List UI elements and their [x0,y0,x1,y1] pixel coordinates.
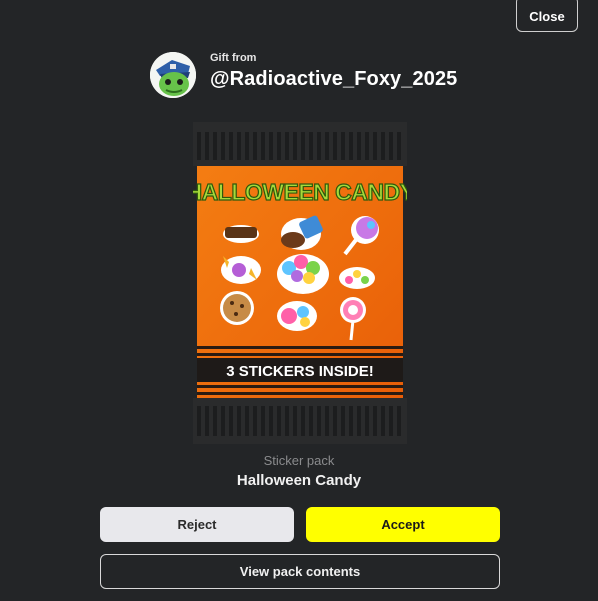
accept-button[interactable]: Accept [306,507,500,542]
sender-avatar [150,52,196,98]
gumballs-sticker-icon [277,301,317,331]
wrapped-candy-sticker-icon [221,256,261,284]
view-pack-contents-button[interactable]: View pack contents [100,554,500,589]
candy-pile-sticker-icon [339,267,375,289]
avatar-character-icon [150,52,196,98]
sender-username: @Radioactive_Foxy_2025 [210,67,458,90]
balloon-lollipops-sticker-icon [277,254,329,294]
gift-sender: Gift from @Radioactive_Foxy_2025 [150,52,457,98]
pack-name: Halloween Candy [236,472,362,489]
gift-from-label: Gift from [210,51,257,64]
cookie-sticker-icon [220,291,254,325]
reject-button[interactable]: Reject [100,507,294,542]
pack-art-banner: 3 STICKERS INSIDE! [226,363,374,380]
chocolate-bar-sticker-icon [223,225,259,243]
close-button[interactable]: Close [516,0,578,32]
pack-art-title: HALLOWEEN CANDY [193,179,407,205]
pack-type-label: Sticker pack [263,453,335,468]
sticker-pack-image: HALLOWEEN CANDY 3 STICKERS INSIDE! [185,122,416,444]
